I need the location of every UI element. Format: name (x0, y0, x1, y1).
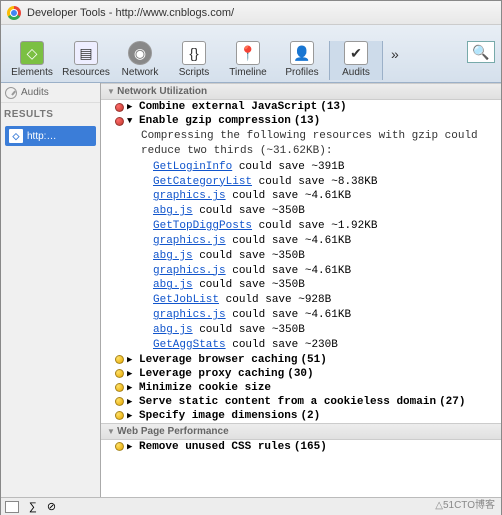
resource-link[interactable]: abg.js (153, 250, 193, 262)
chevron-right-icon: ▶ (127, 383, 136, 393)
chrome-icon (7, 6, 21, 20)
profiles-icon: 👤 (290, 41, 314, 65)
resource-line: abg.js could save ~350B (101, 278, 501, 293)
tab-resources[interactable]: ▤Resources (59, 41, 113, 80)
chevron-right-icon: ▶ (127, 411, 136, 421)
rule-gzip[interactable]: ▼Enable gzip compression (13) (101, 114, 501, 128)
chevron-right-icon: ▶ (127, 102, 136, 112)
dock-button[interactable] (5, 501, 19, 513)
elements-icon: ◇ (20, 41, 44, 65)
resource-link[interactable]: GetTopDiggPosts (153, 220, 252, 232)
rule-gzip-description: Compressing the following resources with… (101, 128, 501, 160)
resource-line: GetAggStats could save ~230B (101, 338, 501, 353)
section-web-page-performance[interactable]: Web Page Performance (101, 423, 501, 440)
severity-dot-icon (115, 397, 124, 406)
resource-link[interactable]: GetJobList (153, 294, 219, 306)
resource-link[interactable]: graphics.js (153, 309, 226, 321)
chevron-right-icon: ▶ (127, 355, 136, 365)
severity-dot-icon (115, 411, 124, 420)
console-button[interactable]: ∑ (29, 501, 37, 513)
sidebar-results-title: RESULTS (1, 103, 100, 124)
tab-timeline[interactable]: 📍Timeline (221, 41, 275, 80)
tab-profiles[interactable]: 👤Profiles (275, 41, 329, 80)
gauge-icon (5, 87, 17, 99)
audit-results-panel: Network Utilization ▶Combine external Ja… (101, 83, 501, 497)
resource-line: abg.js could save ~350B (101, 323, 501, 338)
chevron-down-icon: ▼ (127, 116, 136, 126)
rule-unused-css[interactable]: ▶Remove unused CSS rules (165) (101, 440, 501, 454)
timeline-icon: 📍 (236, 41, 260, 65)
severity-dot-icon (115, 117, 124, 126)
chevron-right-icon: ▶ (127, 442, 136, 452)
resource-line: GetLoginInfo could save ~391B (101, 160, 501, 175)
rule-browser-caching[interactable]: ▶Leverage browser caching (51) (101, 353, 501, 367)
resource-link[interactable]: GetAggStats (153, 339, 226, 351)
rule-proxy-caching[interactable]: ▶Leverage proxy caching (30) (101, 367, 501, 381)
status-bar: ∑ ⊘ (1, 497, 501, 515)
sidebar-result-item[interactable]: ◇http:… (5, 126, 96, 146)
rule-combine-js[interactable]: ▶Combine external JavaScript (13) (101, 100, 501, 114)
resource-line: GetTopDiggPosts could save ~1.92KB (101, 219, 501, 234)
main-toolbar: ◇Elements ▤Resources ◉Network {}Scripts … (1, 25, 501, 83)
resource-line: abg.js could save ~350B (101, 204, 501, 219)
chevron-right-icon: ▶ (127, 397, 136, 407)
search-button[interactable]: 🔍 (467, 41, 495, 63)
watermark: △51CTO博客 (435, 496, 495, 511)
search-icon: 🔍 (472, 44, 489, 61)
network-icon: ◉ (128, 41, 152, 65)
sidebar-audits-header[interactable]: Audits (1, 83, 100, 103)
resource-line: GetCategoryList could save ~8.38KB (101, 175, 501, 190)
resource-line: graphics.js could save ~4.61KB (101, 308, 501, 323)
severity-dot-icon (115, 383, 124, 392)
section-network-utilization[interactable]: Network Utilization (101, 83, 501, 100)
rule-cookie-size[interactable]: ▶Minimize cookie size (101, 381, 501, 395)
sidebar: Audits RESULTS ◇http:… (1, 83, 101, 497)
resource-link[interactable]: abg.js (153, 205, 193, 217)
severity-dot-icon (115, 103, 124, 112)
severity-dot-icon (115, 369, 124, 378)
resource-line: graphics.js could save ~4.61KB (101, 234, 501, 249)
audits-icon: ✔ (344, 41, 368, 65)
overflow-button[interactable]: » (391, 46, 399, 62)
clear-button[interactable]: ⊘ (47, 500, 56, 513)
resource-line: GetJobList could save ~928B (101, 293, 501, 308)
window-title: Developer Tools - http://www.cnblogs.com… (27, 7, 234, 19)
resource-link[interactable]: GetLoginInfo (153, 161, 232, 173)
window-titlebar: Developer Tools - http://www.cnblogs.com… (1, 1, 501, 25)
resource-link[interactable]: abg.js (153, 279, 193, 291)
result-icon: ◇ (9, 129, 23, 143)
resource-line: graphics.js could save ~4.61KB (101, 264, 501, 279)
resource-link[interactable]: GetCategoryList (153, 176, 252, 188)
chevron-right-icon: ▶ (127, 369, 136, 379)
tab-network[interactable]: ◉Network (113, 41, 167, 80)
resource-link[interactable]: graphics.js (153, 190, 226, 202)
severity-dot-icon (115, 355, 124, 364)
tab-scripts[interactable]: {}Scripts (167, 41, 221, 80)
scripts-icon: {} (182, 41, 206, 65)
rule-image-dimensions[interactable]: ▶Specify image dimensions (2) (101, 409, 501, 423)
resource-line: abg.js could save ~350B (101, 249, 501, 264)
resource-link[interactable]: abg.js (153, 324, 193, 336)
resource-link[interactable]: graphics.js (153, 265, 226, 277)
tab-audits[interactable]: ✔Audits (329, 41, 383, 80)
tab-elements[interactable]: ◇Elements (5, 41, 59, 80)
resource-line: graphics.js could save ~4.61KB (101, 189, 501, 204)
resources-icon: ▤ (74, 41, 98, 65)
rule-cookieless-domain[interactable]: ▶Serve static content from a cookieless … (101, 395, 501, 409)
severity-dot-icon (115, 442, 124, 451)
resource-link[interactable]: graphics.js (153, 235, 226, 247)
